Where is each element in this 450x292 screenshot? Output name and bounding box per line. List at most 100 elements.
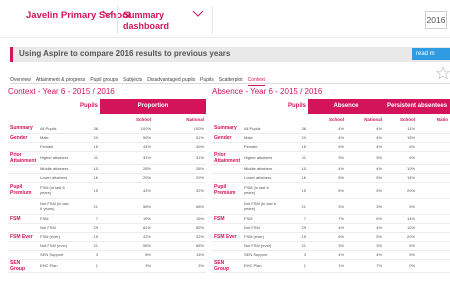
persistent-school-cell: 15% bbox=[384, 133, 418, 143]
row-label: Higher attainers bbox=[38, 151, 72, 165]
school-cell: 7% bbox=[308, 214, 346, 224]
table-row: Not FSM (ever) 21 3% 3% 5% bbox=[212, 241, 450, 251]
tab-context[interactable]: Context bbox=[247, 75, 265, 86]
table-row: SEN Support 3 8% 15% bbox=[8, 250, 207, 260]
table-row: Not FSM (ever) 21 58% 68% bbox=[8, 241, 207, 251]
school-cell: 29% bbox=[100, 173, 153, 183]
row-label: FSM (ever) bbox=[38, 232, 72, 242]
table-row: Female 16 5% 4% 6% bbox=[212, 142, 450, 152]
pupils-cell: 3 bbox=[72, 250, 100, 260]
persistent-national-cell bbox=[417, 223, 450, 233]
national-cell: 29% bbox=[153, 173, 207, 183]
group-label bbox=[212, 241, 242, 251]
chevron-down-icon[interactable] bbox=[192, 10, 204, 20]
group-label bbox=[8, 250, 38, 260]
school-cell: 3% bbox=[308, 241, 346, 251]
persistent-national-cell bbox=[417, 232, 450, 242]
national-cell: 4% bbox=[346, 250, 385, 260]
persistent-school-cell: 5% bbox=[384, 241, 418, 251]
school-cell: 44% bbox=[100, 142, 153, 152]
school-cell: 4% bbox=[308, 133, 346, 143]
national-cell: 68% bbox=[153, 241, 207, 251]
national-cell: 31% bbox=[153, 151, 207, 165]
table-row: Not FSM (in last 6 years) 21 3% 3% 5% bbox=[212, 198, 450, 215]
school-cell: 31% bbox=[100, 151, 153, 165]
group-label: SEN Group bbox=[212, 259, 242, 273]
national-cell: 32% bbox=[153, 182, 207, 199]
school-cell: 58% bbox=[100, 241, 153, 251]
school-cell: 1% bbox=[308, 259, 346, 273]
national-cell: 4% bbox=[346, 223, 385, 233]
pupils-cell: 10 bbox=[280, 164, 308, 174]
school-name[interactable]: Javelin Primary School bbox=[26, 10, 131, 21]
absence-header: Absence bbox=[308, 99, 385, 114]
dashboard-name[interactable]: Summary dashboard bbox=[123, 10, 178, 32]
pupils-cell: 11 bbox=[72, 151, 100, 165]
row-label: FSM (ever) bbox=[242, 232, 280, 242]
school-cell: 56% bbox=[100, 133, 153, 143]
year-selector[interactable]: 2016 bbox=[425, 11, 447, 29]
group-label bbox=[212, 164, 242, 174]
school-cell: 81% bbox=[100, 223, 153, 233]
national-cell: 32% bbox=[153, 232, 207, 242]
pupils-cell: 21 bbox=[72, 198, 100, 215]
persistent-school-cell: 10% bbox=[384, 164, 418, 174]
school-cell: 3% bbox=[100, 259, 153, 273]
row-label: Not FSM (ever) bbox=[242, 241, 280, 251]
table-row: Middle attainers 10 28% 28% bbox=[8, 164, 207, 174]
group-label: FSM bbox=[8, 214, 38, 224]
tab-bar: Overview Attainment & progress Pupil group… bbox=[10, 68, 270, 86]
row-label: Female bbox=[38, 142, 72, 152]
national-cell: 5% bbox=[346, 173, 385, 183]
persistent-national-cell bbox=[417, 133, 450, 143]
persistent-national-cell bbox=[417, 142, 450, 152]
row-label: FSM (in last 6 years) bbox=[242, 182, 280, 199]
pupils-cell: 7 bbox=[280, 214, 308, 224]
persistent-school-cell: 9% bbox=[384, 151, 418, 165]
row-label: Not FSM bbox=[242, 223, 280, 233]
persistent-national-cell bbox=[417, 164, 450, 174]
group-label bbox=[212, 198, 242, 215]
national-cell: 5% bbox=[346, 232, 385, 242]
row-label: Higher attainers bbox=[242, 151, 280, 165]
national-cell: 5% bbox=[346, 182, 385, 199]
school-cell: 58% bbox=[100, 198, 153, 215]
chevron-down-icon[interactable] bbox=[102, 10, 114, 20]
pupils-cell: 21 bbox=[280, 241, 308, 251]
group-label bbox=[8, 198, 38, 215]
group-label: Gender bbox=[212, 133, 242, 143]
row-label: Lower attainers bbox=[38, 173, 72, 183]
national-cell: 7% bbox=[346, 259, 385, 273]
pupils-cell: 20 bbox=[72, 133, 100, 143]
table-row: Prior Attainment Higher attainers 11 31% 31% bbox=[8, 151, 207, 165]
read-more-button[interactable]: read m bbox=[412, 48, 450, 60]
pupils-header: Pupils bbox=[79, 103, 98, 109]
pupils-cell: 36 bbox=[72, 124, 100, 134]
school-cell: 5% bbox=[308, 142, 346, 152]
table-row: Female 16 44% 49% bbox=[8, 142, 207, 152]
school-cell: 8% bbox=[100, 250, 153, 260]
table-row: Pupil Premium FSM (in last 6 years) 15 42% 3… bbox=[8, 182, 207, 199]
group-label bbox=[212, 223, 242, 233]
pupils-cell: 21 bbox=[72, 241, 100, 251]
row-label: Lower attainers bbox=[242, 173, 280, 183]
national-cell: 3% bbox=[346, 151, 385, 165]
persistent-national-cell bbox=[417, 182, 450, 199]
national-cell: 4% bbox=[346, 142, 385, 152]
national-cell: 15% bbox=[153, 250, 207, 260]
star-icon[interactable] bbox=[436, 66, 450, 80]
pupils-cell: 1 bbox=[72, 259, 100, 273]
table-row: Not FSM (in last 6 years) 21 58% 68% bbox=[8, 198, 207, 215]
top-bar: Javelin Primary School Summary dashboard… bbox=[0, 0, 450, 38]
national-cell: 3% bbox=[153, 259, 207, 273]
table-row: Summary All Pupils 36 100% 100% bbox=[8, 124, 207, 134]
persistent-national-cell bbox=[417, 173, 450, 183]
group-label: FSM Ever bbox=[8, 232, 38, 242]
school-cell: 19% bbox=[100, 214, 153, 224]
table-row: SEN Group EHC Plan 1 3% 3% bbox=[8, 259, 207, 273]
persistent-national-cell bbox=[417, 250, 450, 260]
table-row: SEN Group EHC Plan 1 1% 7% 0% bbox=[212, 259, 450, 273]
table-row: Gender Male 20 56% 51% bbox=[8, 133, 207, 143]
persistent-school-cell: 6% bbox=[384, 142, 418, 152]
dashboard-label: Summary dashboard bbox=[123, 10, 170, 31]
